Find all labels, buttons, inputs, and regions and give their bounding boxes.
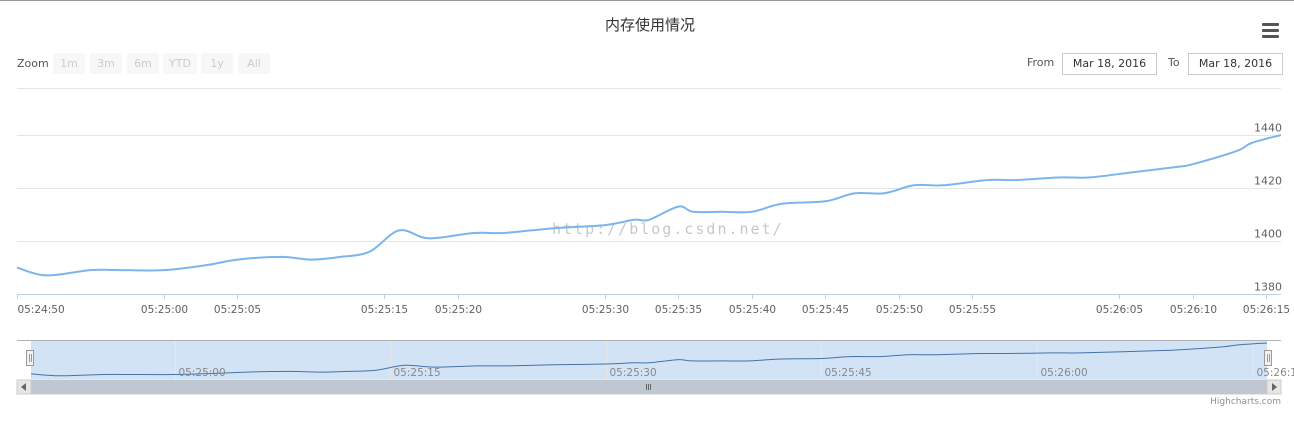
x-tick-label: 05:25:55 [949,304,996,316]
x-tick-label: 05:26:10 [1170,304,1217,316]
y-tick-label: 1420 [1254,175,1282,188]
x-tick-label: 05:25:50 [876,304,923,316]
x-tick-label: 05:25:15 [361,304,408,316]
x-tick-label: 05:26:15 [1243,304,1290,316]
x-tick-label: 05:25:00 [141,304,188,316]
chart-svg: 1380140014201440 05:24:50 05:25:00 05:25:0… [16,88,1294,407]
navigator-right-handle[interactable] [1264,350,1272,366]
x-tick-label: 05:25:20 [435,304,482,316]
navigator-tick-label: 05:25:45 [825,367,872,379]
x-tick-label: 05:25:05 [214,304,261,316]
x-tick-label: 05:25:45 [802,304,849,316]
memory-series-line [16,134,1282,277]
x-tick-label: 05:25:40 [729,304,776,316]
x-tick-label: 05:25:30 [582,304,629,316]
credits-link[interactable]: Highcharts.com [1210,397,1281,407]
navigator-left-handle[interactable] [26,350,34,366]
navigator-tick-label: 05:25:00 [179,367,226,379]
x-tick-label: 05:26:05 [1096,304,1143,316]
navigator-tick-label: 05:25:30 [610,367,657,379]
y-tick-label: 1380 [1254,281,1282,294]
scrollbar[interactable] [16,379,1282,395]
navigator-tick-label: 05:26:00 [1041,367,1088,379]
navigator[interactable]: 05:25:00 05:25:15 05:25:30 05:25:45 05:26:00… [17,340,1294,380]
navigator-tick-label: 05:25:15 [394,367,441,379]
y-tick-label: 1440 [1254,122,1282,135]
x-tick-label: 05:25:35 [655,304,702,316]
x-tick-label: 05:24:50 [18,304,65,316]
y-tick-label: 1400 [1254,228,1282,241]
navigator-tick-label: 05:26:15 [1257,367,1294,379]
watermark-text: http://blog.csdn.net/ [552,220,784,238]
